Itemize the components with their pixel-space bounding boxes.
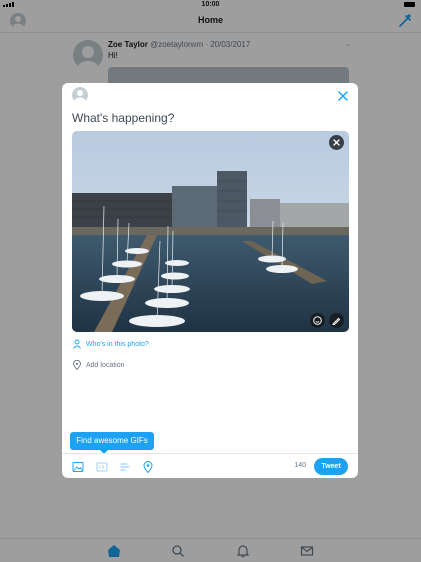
poll-icon[interactable] bbox=[119, 460, 131, 472]
gif-icon[interactable] bbox=[96, 460, 108, 472]
compose-toolbar: 140 Tweet bbox=[62, 453, 358, 478]
person-icon bbox=[73, 339, 81, 349]
edit-photo-button[interactable] bbox=[329, 313, 344, 328]
remove-photo-button[interactable] bbox=[329, 135, 344, 150]
pencil-icon bbox=[332, 317, 341, 325]
sticker-button[interactable] bbox=[310, 313, 325, 328]
close-icon[interactable] bbox=[337, 89, 349, 101]
attached-photo[interactable] bbox=[72, 131, 349, 332]
image-icon[interactable] bbox=[72, 460, 84, 472]
location-pin-icon[interactable] bbox=[142, 460, 154, 474]
add-location-link[interactable]: Add location bbox=[72, 360, 125, 370]
location-pin-icon bbox=[73, 360, 81, 370]
avatar bbox=[72, 87, 88, 103]
smiley-icon bbox=[313, 316, 322, 325]
close-icon bbox=[333, 139, 340, 146]
harbor-photo bbox=[72, 131, 349, 332]
gif-tooltip: Find awesome GIFs bbox=[70, 432, 154, 454]
character-count: 140 bbox=[294, 462, 306, 469]
tag-people-label: Who's in this photo? bbox=[86, 340, 149, 348]
tag-people-link[interactable]: Who's in this photo? bbox=[72, 339, 149, 349]
add-location-label: Add location bbox=[86, 361, 125, 369]
compose-dialog: What's happening? Who's in this photo? A… bbox=[62, 83, 358, 478]
tweet-button[interactable]: Tweet bbox=[314, 458, 348, 475]
tweet-text-input[interactable]: What's happening? bbox=[72, 111, 174, 125]
